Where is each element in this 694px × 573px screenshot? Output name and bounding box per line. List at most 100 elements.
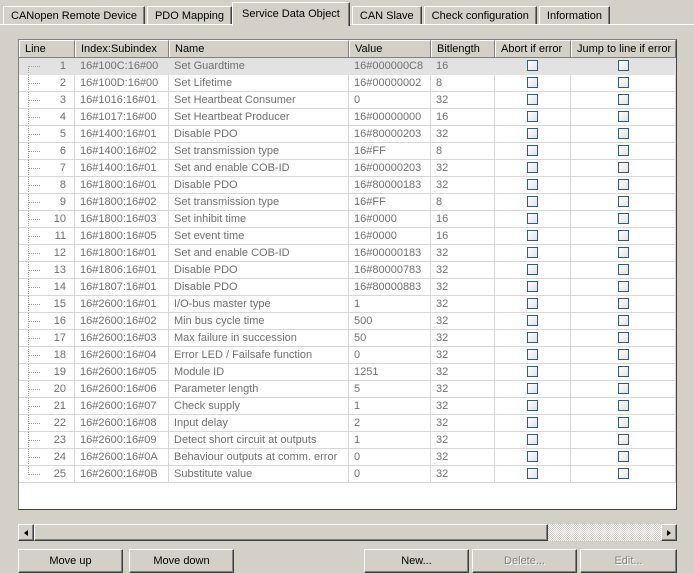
checkbox-abort[interactable]: [527, 468, 538, 479]
cell-jump[interactable]: [571, 466, 676, 483]
cell-name[interactable]: Set and enable COB-ID: [169, 245, 349, 262]
cell-line[interactable]: 24: [19, 449, 75, 466]
cell-bit[interactable]: 32: [431, 432, 495, 449]
table-row[interactable]: 20 16#2600:16#06 Parameter length 5 32: [19, 381, 676, 398]
table-row[interactable]: 13 16#1806:16#01 Disable PDO 16#80000783 32: [19, 262, 676, 279]
checkbox-abort[interactable]: [527, 366, 538, 377]
cell-abort[interactable]: [495, 364, 571, 381]
cell-value[interactable]: 16#80000783: [349, 262, 431, 279]
column-header-index[interactable]: Index:Subindex: [75, 40, 169, 57]
scrollbar-thumb[interactable]: [34, 524, 549, 541]
table-row[interactable]: 12 16#1800:16#01 Set and enable COB-ID 16#0…: [19, 245, 676, 262]
cell-line[interactable]: 1: [19, 58, 75, 75]
cell-jump[interactable]: [571, 177, 676, 194]
cell-value[interactable]: 1: [349, 398, 431, 415]
cell-bit[interactable]: 32: [431, 449, 495, 466]
checkbox-abort[interactable]: [527, 383, 538, 394]
cell-jump[interactable]: [571, 143, 676, 160]
cell-line[interactable]: 17: [19, 330, 75, 347]
cell-jump[interactable]: [571, 228, 676, 245]
cell-abort[interactable]: [495, 262, 571, 279]
cell-bit[interactable]: 32: [431, 245, 495, 262]
cell-jump[interactable]: [571, 330, 676, 347]
cell-abort[interactable]: [495, 432, 571, 449]
cell-value[interactable]: 16#80000883: [349, 279, 431, 296]
column-header-abort[interactable]: Abort if error: [495, 40, 571, 57]
cell-line[interactable]: 15: [19, 296, 75, 313]
cell-line[interactable]: 13: [19, 262, 75, 279]
cell-line[interactable]: 23: [19, 432, 75, 449]
cell-jump[interactable]: [571, 211, 676, 228]
cell-abort[interactable]: [495, 330, 571, 347]
cell-index[interactable]: 16#2600:16#05: [75, 364, 169, 381]
move-up-button[interactable]: Move up: [18, 549, 123, 573]
move-down-button[interactable]: Move down: [129, 549, 234, 573]
cell-bit[interactable]: 8: [431, 143, 495, 160]
table-row[interactable]: 16 16#2600:16#02 Min bus cycle time 500 32: [19, 313, 676, 330]
checkbox-abort[interactable]: [527, 162, 538, 173]
checkbox-abort[interactable]: [527, 264, 538, 275]
cell-bit[interactable]: 32: [431, 398, 495, 415]
cell-value[interactable]: 16#80000203: [349, 126, 431, 143]
cell-bit[interactable]: 32: [431, 330, 495, 347]
table-row[interactable]: 11 16#1800:16#05 Set event time 16#0000 16: [19, 228, 676, 245]
tab-check-configuration[interactable]: Check configuration: [423, 6, 537, 26]
cell-index[interactable]: 16#2600:16#0B: [75, 466, 169, 483]
checkbox-abort[interactable]: [527, 332, 538, 343]
cell-index[interactable]: 16#1400:16#01: [75, 126, 169, 143]
cell-bit[interactable]: 32: [431, 279, 495, 296]
checkbox-jump[interactable]: [617, 230, 629, 241]
cell-index[interactable]: 16#1800:16#02: [75, 194, 169, 211]
cell-index[interactable]: 16#100D:16#00: [75, 75, 169, 92]
cell-abort[interactable]: [495, 381, 571, 398]
cell-abort[interactable]: [495, 466, 571, 483]
cell-line[interactable]: 9: [19, 194, 75, 211]
checkbox-abort[interactable]: [527, 128, 538, 139]
cell-jump[interactable]: [571, 126, 676, 143]
cell-abort[interactable]: [495, 126, 571, 143]
scroll-left-button[interactable]: [18, 524, 34, 541]
checkbox-abort[interactable]: [527, 77, 538, 88]
grid-body[interactable]: 1 16#100C:16#00 Set Guardtime 16#000000C8 16…: [19, 58, 676, 509]
cell-name[interactable]: Input delay: [169, 415, 349, 432]
cell-value[interactable]: 50: [349, 330, 431, 347]
checkbox-jump[interactable]: [617, 417, 629, 428]
table-row[interactable]: 2 16#100D:16#00 Set Lifetime 16#00000002 8: [19, 75, 676, 92]
cell-line[interactable]: 12: [19, 245, 75, 262]
cell-bit[interactable]: 32: [431, 177, 495, 194]
cell-value[interactable]: 16#00000000: [349, 109, 431, 126]
cell-name[interactable]: Substitute value: [169, 466, 349, 483]
checkbox-jump[interactable]: [617, 264, 629, 275]
checkbox-abort[interactable]: [527, 94, 538, 105]
cell-bit[interactable]: 32: [431, 415, 495, 432]
checkbox-abort[interactable]: [527, 451, 538, 462]
table-row[interactable]: 10 16#1800:16#03 Set inhibit time 16#0000 16: [19, 211, 676, 228]
cell-index[interactable]: 16#1806:16#01: [75, 262, 169, 279]
cell-index[interactable]: 16#1400:16#01: [75, 160, 169, 177]
cell-jump[interactable]: [571, 313, 676, 330]
tab-service-data-object[interactable]: Service Data Object: [232, 2, 350, 26]
cell-jump[interactable]: [571, 432, 676, 449]
checkbox-abort[interactable]: [527, 349, 538, 360]
cell-value[interactable]: 16#00000183: [349, 245, 431, 262]
cell-name[interactable]: Module ID: [169, 364, 349, 381]
checkbox-jump[interactable]: [617, 77, 629, 88]
cell-bit[interactable]: 32: [431, 364, 495, 381]
cell-value[interactable]: 0: [349, 92, 431, 109]
cell-abort[interactable]: [495, 296, 571, 313]
cell-line[interactable]: 8: [19, 177, 75, 194]
tab-can-slave[interactable]: CAN Slave: [351, 6, 422, 26]
cell-abort[interactable]: [495, 211, 571, 228]
cell-value[interactable]: 16#0000: [349, 228, 431, 245]
cell-abort[interactable]: [495, 194, 571, 211]
cell-line[interactable]: 4: [19, 109, 75, 126]
table-row[interactable]: 22 16#2600:16#08 Input delay 2 32: [19, 415, 676, 432]
cell-abort[interactable]: [495, 245, 571, 262]
cell-index[interactable]: 16#2600:16#09: [75, 432, 169, 449]
cell-jump[interactable]: [571, 381, 676, 398]
checkbox-jump[interactable]: [617, 383, 629, 394]
cell-bit[interactable]: 32: [431, 160, 495, 177]
cell-index[interactable]: 16#1800:16#01: [75, 245, 169, 262]
cell-name[interactable]: Set Lifetime: [169, 75, 349, 92]
table-row[interactable]: 25 16#2600:16#0B Substitute value 0 32: [19, 466, 676, 483]
